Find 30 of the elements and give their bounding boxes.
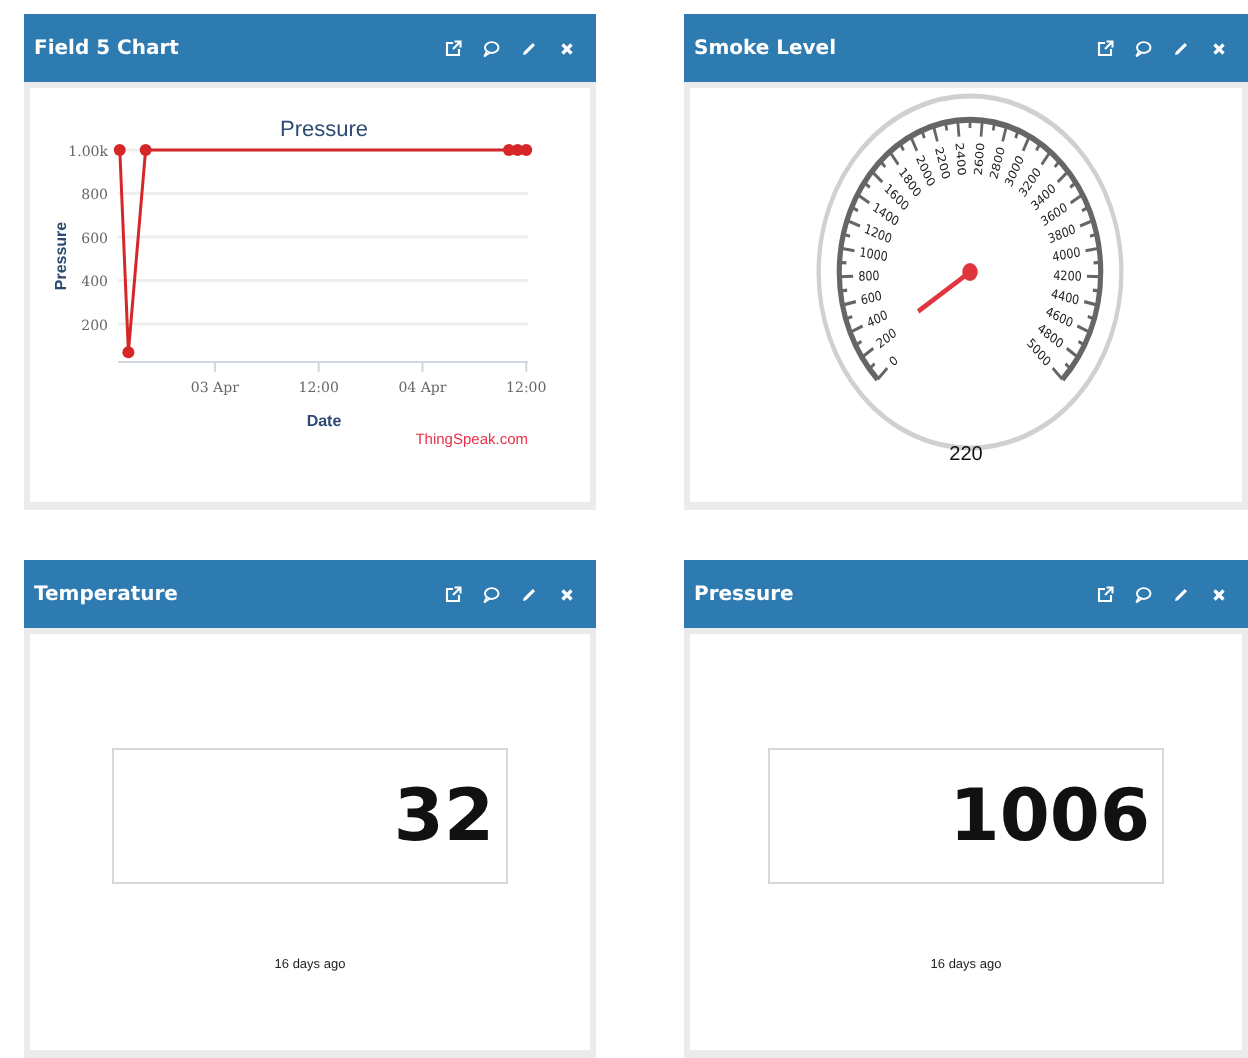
x-axis-label: Date <box>306 412 342 430</box>
close-icon[interactable] <box>558 39 576 57</box>
comment-icon[interactable] <box>482 39 500 57</box>
pencil-icon[interactable] <box>520 585 538 603</box>
pencil-icon[interactable] <box>1172 585 1190 603</box>
data-point <box>139 144 152 156</box>
gauge-needle <box>916 263 978 314</box>
numeric-value: 32 <box>393 775 494 857</box>
comment-icon[interactable] <box>482 585 500 603</box>
numeric-value: 1006 <box>949 775 1150 857</box>
external-link-icon[interactable] <box>1096 39 1114 57</box>
data-point <box>113 144 126 156</box>
chart-title: Pressure <box>279 118 369 142</box>
widget-title: Smoke Level <box>694 37 839 59</box>
widget-title: Field 5 Chart <box>34 37 181 59</box>
external-link-icon[interactable] <box>1096 585 1114 603</box>
external-link-icon[interactable] <box>444 585 462 603</box>
close-icon[interactable] <box>1210 39 1228 57</box>
comment-icon[interactable] <box>1134 39 1152 57</box>
close-icon[interactable] <box>1210 585 1228 603</box>
widget-title: Pressure <box>694 583 796 605</box>
pencil-icon[interactable] <box>1172 39 1190 57</box>
widget-title: Temperature <box>34 583 180 605</box>
comment-icon[interactable] <box>1134 585 1152 603</box>
data-point <box>122 346 135 359</box>
gauge-value: 220 <box>949 444 983 466</box>
y-axis-label: Pressure <box>52 221 70 291</box>
external-link-icon[interactable] <box>444 39 462 57</box>
close-icon[interactable] <box>558 585 576 603</box>
pencil-icon[interactable] <box>520 39 538 57</box>
